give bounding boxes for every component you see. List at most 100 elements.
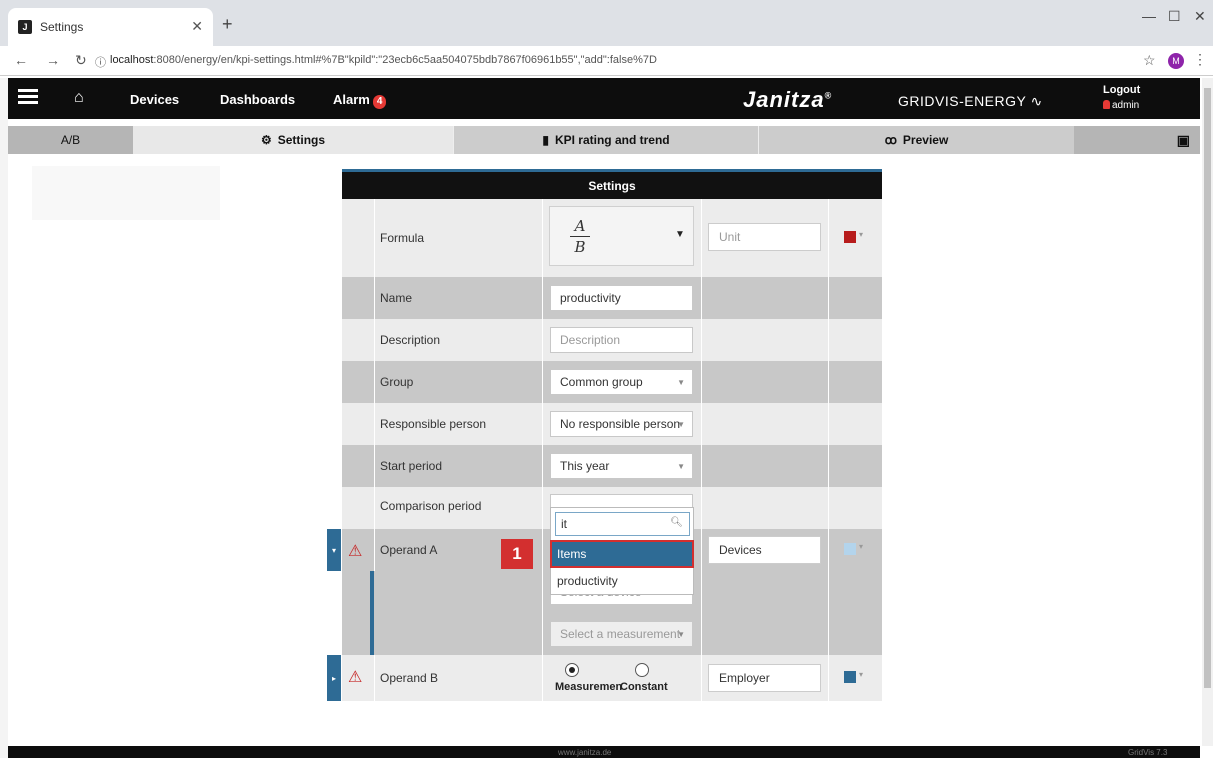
tab-kpi-rating[interactable]: ▮ KPI rating and trend: [453, 126, 758, 154]
formula-color-swatch[interactable]: [844, 231, 856, 243]
constant-radio[interactable]: [635, 663, 649, 677]
logout-link[interactable]: Logout: [1103, 84, 1140, 96]
constant-radio-label: Constant: [620, 681, 668, 693]
responsible-row: Responsible person No responsible person…: [342, 403, 882, 445]
formula-select[interactable]: A B ▼: [549, 206, 694, 266]
info-icon[interactable]: ⓘ: [95, 54, 106, 70]
forward-icon[interactable]: →: [46, 52, 60, 68]
brand-product-name: GRIDVIS-ENERGY: [898, 93, 1027, 109]
back-icon[interactable]: ←: [14, 52, 28, 68]
placeholder-block: [32, 166, 220, 220]
footer-version: GridVis 7.3: [1128, 748, 1168, 757]
measurement-placeholder: Select a measurement: [560, 627, 681, 641]
username: admin: [1112, 100, 1140, 111]
start-period-select[interactable]: This year ▼: [550, 453, 693, 479]
operand-b-toggle[interactable]: ▸: [327, 655, 341, 701]
operand-b-color-swatch[interactable]: [844, 671, 856, 683]
operand-b-name-input[interactable]: Employer: [708, 664, 821, 692]
dropdown-search-value: it: [561, 517, 567, 531]
formula-numerator: A: [574, 217, 586, 235]
step-marker: 1: [501, 539, 533, 569]
reload-icon[interactable]: ↻: [75, 52, 87, 69]
operand-b-label: Operand B: [380, 671, 439, 685]
nav-alarm[interactable]: Alarm 4: [333, 92, 387, 109]
measurement-radio-label: Measuremen: [555, 681, 623, 693]
chevron-down-icon[interactable]: ▾: [859, 542, 863, 551]
operand-a-color-swatch[interactable]: [844, 543, 856, 555]
group-label: Group: [380, 375, 414, 389]
save-button[interactable]: ▣: [1074, 126, 1200, 154]
page-margin: [0, 78, 8, 758]
profile-avatar[interactable]: M: [1168, 53, 1184, 69]
bookmark-star-icon[interactable]: ☆: [1143, 52, 1156, 69]
measurement-radio[interactable]: [565, 663, 579, 677]
maximize-icon[interactable]: ☐: [1168, 8, 1181, 25]
minimize-icon[interactable]: —: [1142, 8, 1156, 24]
tab-preview[interactable]: ꝏ Preview: [758, 126, 1074, 154]
home-icon[interactable]: ⌂: [74, 89, 84, 107]
nav-dashboards[interactable]: Dashboards: [220, 92, 295, 107]
scrollbar-thumb[interactable]: [1204, 88, 1211, 688]
description-row: Description Description: [342, 319, 882, 361]
nav-devices[interactable]: Devices: [130, 92, 179, 107]
brand-logo: Janitza®: [743, 87, 832, 113]
gears-icon: ⚙: [260, 133, 272, 147]
group-value: Common group: [560, 375, 643, 389]
operand-a-measurement-row: Select a measurement ▼: [342, 613, 882, 655]
url-field[interactable]: localhost:8080/energy/en/kpi-settings.ht…: [110, 54, 657, 66]
responsible-value: No responsible person: [560, 417, 681, 431]
dropdown-option-productivity[interactable]: productivity: [551, 568, 693, 594]
pulse-icon: ∿: [1026, 93, 1043, 109]
brand-name: Janitza: [743, 87, 825, 112]
measurement-select[interactable]: Select a measurement ▼: [550, 621, 693, 647]
url-host: localhost: [110, 54, 154, 66]
hamburger-menu-icon[interactable]: [18, 89, 38, 105]
page-scrollbar[interactable]: [1202, 78, 1213, 746]
tab-settings[interactable]: ⚙ Settings: [133, 126, 453, 154]
operand-a-name-input[interactable]: Devices: [708, 536, 821, 564]
address-bar: ← → ↻ ⓘ localhost:8080/energy/en/kpi-set…: [0, 46, 1213, 76]
dropdown-search-input[interactable]: it 🔍︎: [555, 512, 690, 536]
browser-menu-icon[interactable]: ⋮: [1193, 51, 1207, 68]
chevron-down-icon[interactable]: ▾: [859, 230, 863, 239]
footer-link[interactable]: www.janitza.de: [558, 748, 611, 757]
description-input[interactable]: Description: [550, 327, 693, 353]
save-icon: ▣: [1176, 131, 1190, 148]
dropdown-option-items[interactable]: Items: [550, 540, 694, 568]
operand-b-row: ▸ ⚠ Operand B Measuremen Constant Employ…: [327, 655, 882, 701]
glasses-icon: ꝏ: [884, 133, 897, 147]
search-icon: 🔍︎: [670, 517, 683, 528]
warning-icon: ⚠: [348, 543, 363, 560]
window-close-icon[interactable]: ✕: [1194, 8, 1206, 25]
tab-kpi-label: KPI rating and trend: [554, 133, 670, 147]
start-period-row: Start period This year ▼: [342, 445, 882, 487]
caret-down-icon: ▼: [675, 229, 685, 240]
name-input[interactable]: productivity: [550, 285, 693, 311]
brand-registered: ®: [824, 90, 833, 101]
nav-alarm-label: Alarm: [333, 92, 370, 107]
new-tab-icon[interactable]: +: [222, 14, 233, 35]
unit-input[interactable]: Unit: [708, 223, 821, 251]
warning-icon: ⚠: [348, 669, 363, 686]
browser-tab[interactable]: J Settings ✕: [8, 8, 213, 46]
responsible-select[interactable]: No responsible person ▼: [550, 411, 693, 437]
url-path: :8080/energy/en/kpi-settings.html#%7B"kp…: [153, 54, 657, 66]
user-info: admin: [1103, 100, 1139, 111]
panel-title: Settings: [342, 169, 882, 199]
operand-a-toggle[interactable]: ▾: [327, 529, 341, 571]
start-period-value: This year: [560, 459, 610, 473]
subtab-bar: A/B ⚙ Settings ▮ KPI rating and trend ꝏ Pre…: [8, 126, 1200, 154]
tab-preview-label: Preview: [902, 133, 949, 147]
comparison-period-label: Comparison period: [380, 499, 482, 513]
chevron-down-icon[interactable]: ▾: [859, 670, 863, 679]
settings-panel: Settings Formula A B ▼ Unit ▾ Name produ…: [327, 169, 882, 701]
tab-ab-label: A/B: [60, 133, 81, 147]
group-select[interactable]: Common group ▼: [550, 369, 693, 395]
name-row: Name productivity: [342, 277, 882, 319]
user-icon: [1103, 100, 1110, 109]
name-label: Name: [380, 291, 413, 305]
caret-down-icon: ▼: [677, 462, 685, 471]
close-tab-icon[interactable]: ✕: [191, 18, 203, 35]
traffic-light-icon: ▮: [542, 133, 549, 147]
tab-ab[interactable]: A/B: [8, 126, 133, 154]
